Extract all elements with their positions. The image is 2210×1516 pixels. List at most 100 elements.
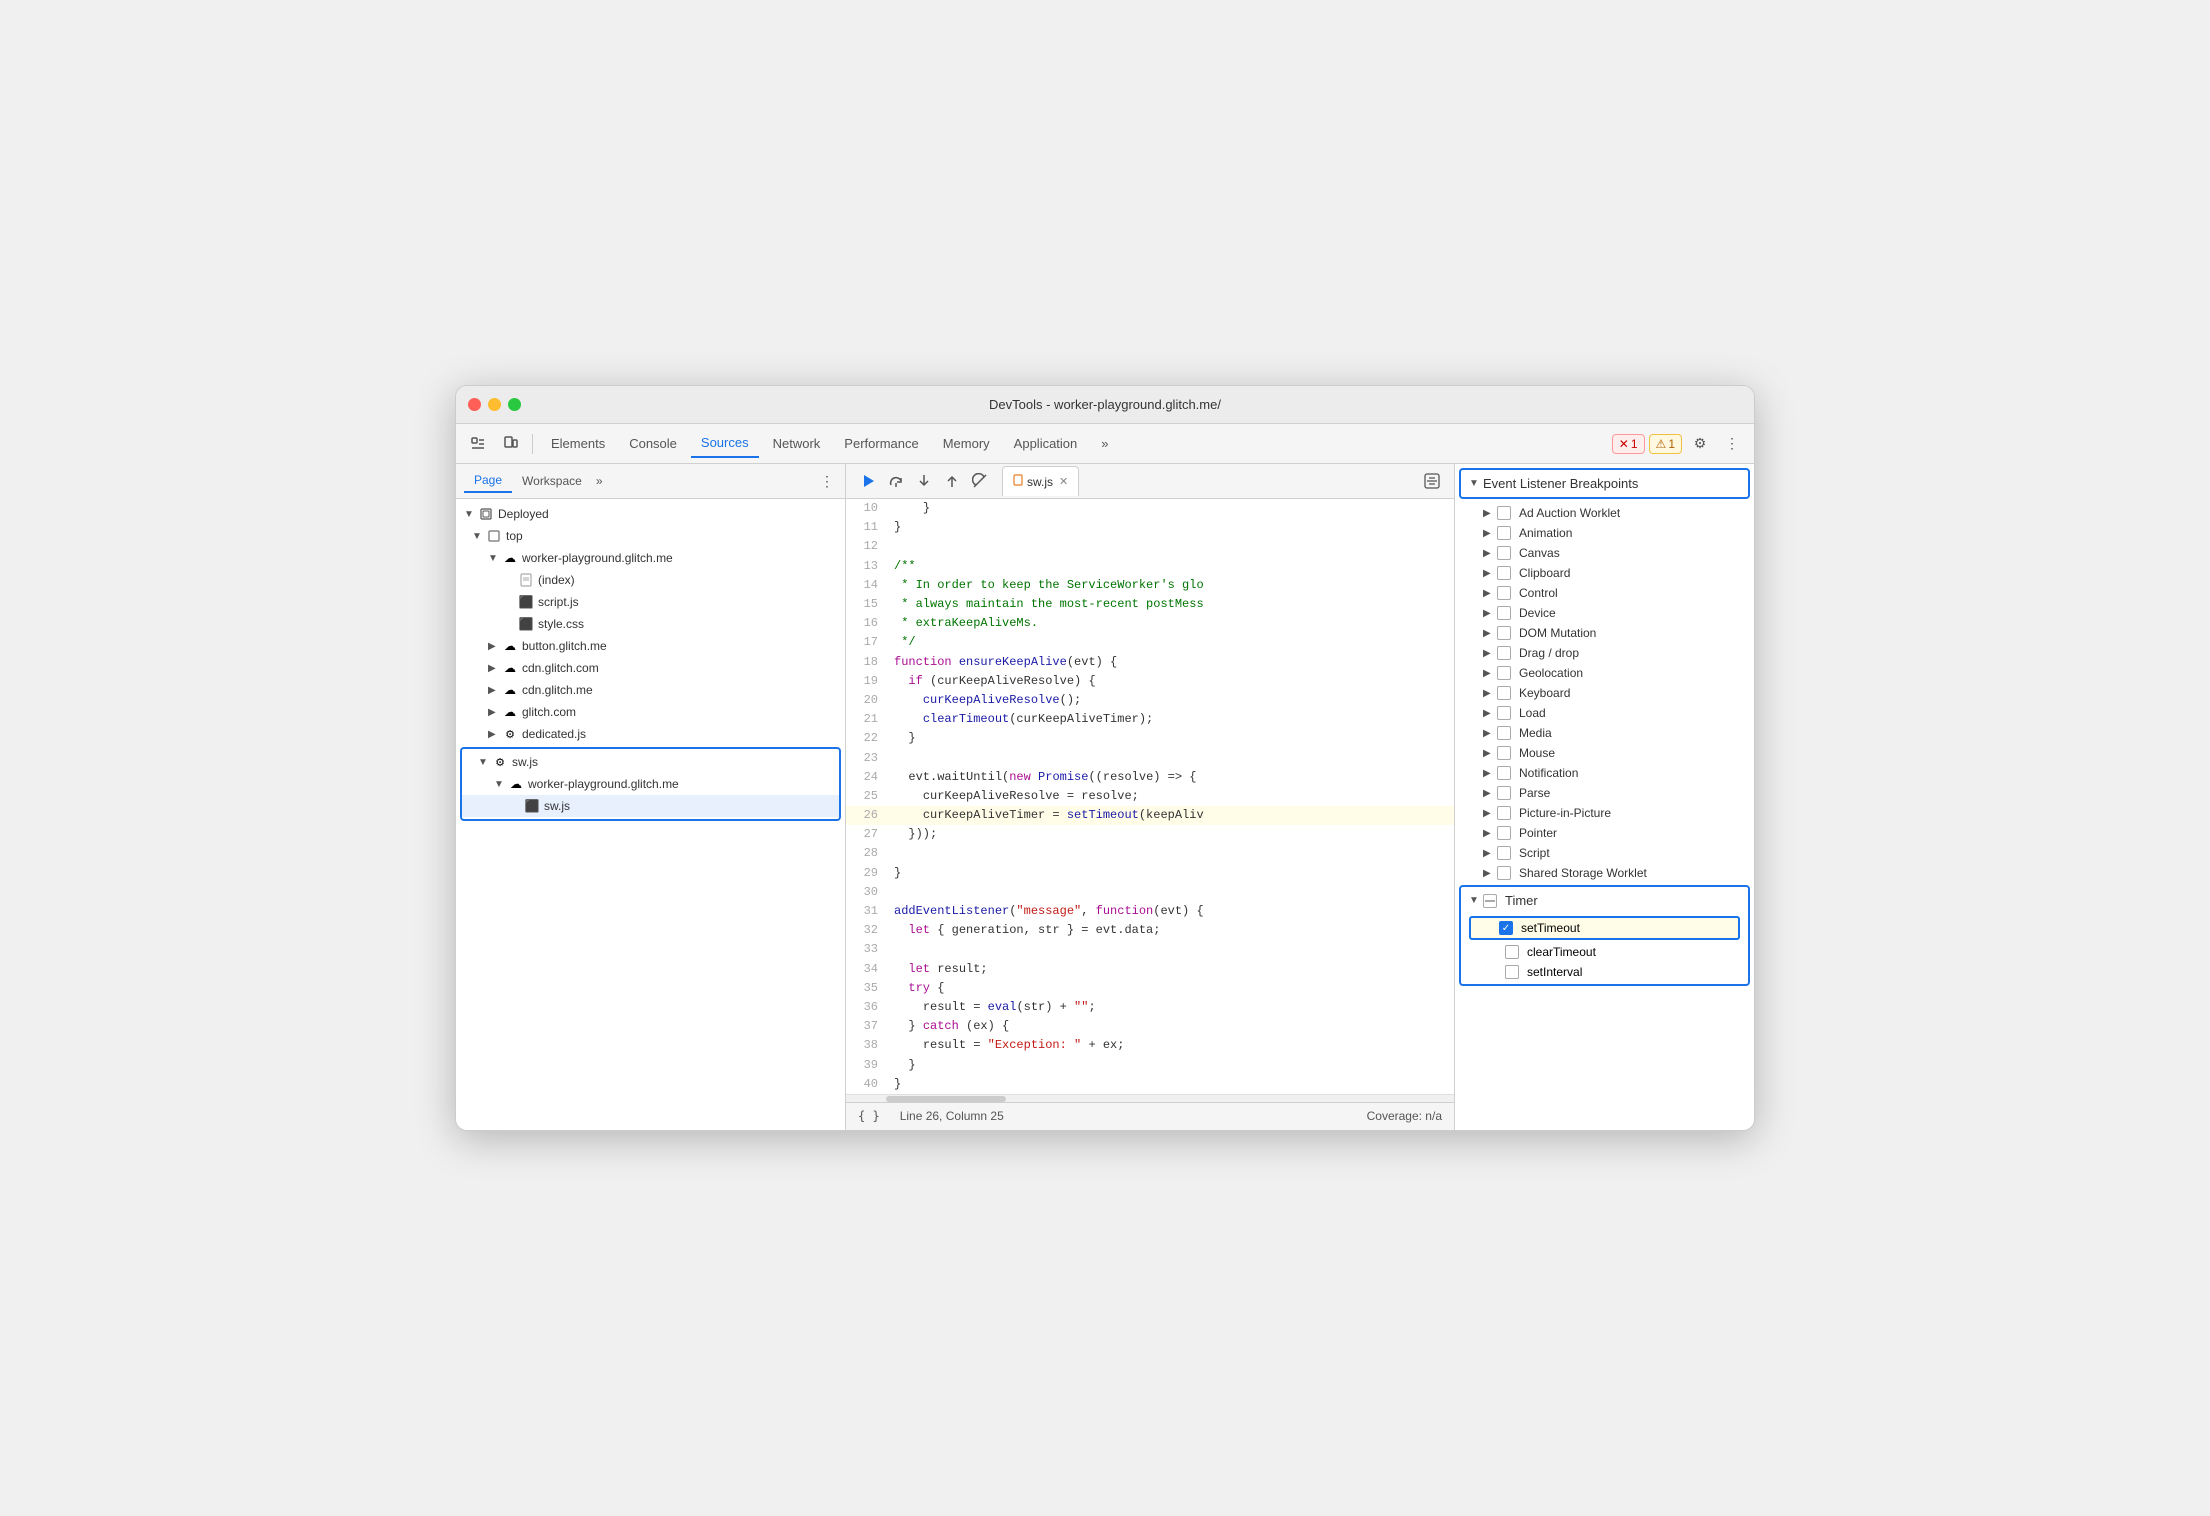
bp-item-clipboard[interactable]: ▶ Clipboard <box>1455 563 1754 583</box>
tree-item-swjs-root[interactable]: ▼ ⚙ sw.js <box>462 751 839 773</box>
bp-checkbox[interactable] <box>1497 546 1511 560</box>
tree-item-buttonglitch[interactable]: ▶ ☁ button.glitch.me <box>456 635 845 657</box>
bp-item-mouse[interactable]: ▶ Mouse <box>1455 743 1754 763</box>
tree-item-glitchcom[interactable]: ▶ ☁ glitch.com <box>456 701 845 723</box>
bp-checkbox[interactable] <box>1497 566 1511 580</box>
tree-item-stylecss[interactable]: ⬛ style.css <box>456 613 845 635</box>
horizontal-scrollbar[interactable] <box>846 1094 1454 1102</box>
settimeout-checkbox[interactable]: ✓ <box>1499 921 1513 935</box>
tab-elements[interactable]: Elements <box>541 430 615 458</box>
tree-item-swjs-file[interactable]: ⬛ sw.js <box>462 795 839 817</box>
bp-checkbox[interactable] <box>1497 746 1511 760</box>
bp-checkbox[interactable] <box>1497 646 1511 660</box>
bp-section-header[interactable]: ▼ Event Listener Breakpoints <box>1461 470 1748 497</box>
bp-item-pip[interactable]: ▶ Picture-in-Picture <box>1455 803 1754 823</box>
minimize-button[interactable] <box>488 398 501 411</box>
highlighted-tree-section: ▼ ⚙ sw.js ▼ ☁ worker-playground.glitch.m… <box>460 747 841 821</box>
bp-checkbox[interactable] <box>1497 526 1511 540</box>
bp-item-notification[interactable]: ▶ Notification <box>1455 763 1754 783</box>
format-icon[interactable] <box>1418 467 1446 495</box>
bp-item-animation[interactable]: ▶ Animation <box>1455 523 1754 543</box>
tree-item-dedicatedjs[interactable]: ▶ ⚙ dedicated.js <box>456 723 845 745</box>
resume-button[interactable] <box>854 467 882 495</box>
bp-item-control[interactable]: ▶ Control <box>1455 583 1754 603</box>
bp-item-adauction[interactable]: ▶ Ad Auction Worklet <box>1455 503 1754 523</box>
title-bar: DevTools - worker-playground.glitch.me/ <box>456 386 1754 424</box>
maximize-button[interactable] <box>508 398 521 411</box>
cleartimeout-checkbox[interactable] <box>1505 945 1519 959</box>
close-button[interactable] <box>468 398 481 411</box>
bp-item-device[interactable]: ▶ Device <box>1455 603 1754 623</box>
tree-item-scriptjs[interactable]: ⬛ script.js <box>456 591 845 613</box>
tab-application[interactable]: Application <box>1004 430 1088 458</box>
setinterval-checkbox[interactable] <box>1505 965 1519 979</box>
step-out-button[interactable] <box>938 467 966 495</box>
bp-item-shared-storage[interactable]: ▶ Shared Storage Worklet <box>1455 863 1754 883</box>
bp-checkbox[interactable] <box>1497 846 1511 860</box>
bp-checkbox[interactable] <box>1497 786 1511 800</box>
timer-parent-checkbox[interactable] <box>1483 894 1497 908</box>
deactivate-breakpoints-button[interactable] <box>966 467 994 495</box>
tab-workspace[interactable]: Workspace <box>512 470 592 492</box>
bp-item-pointer[interactable]: ▶ Pointer <box>1455 823 1754 843</box>
timer-header[interactable]: ▼ Timer <box>1461 887 1748 914</box>
tab-memory[interactable]: Memory <box>933 430 1000 458</box>
bp-item-parse[interactable]: ▶ Parse <box>1455 783 1754 803</box>
tree-item-deployed[interactable]: ▼ Deployed <box>456 503 845 525</box>
panel-more-icon[interactable]: » <box>596 474 603 488</box>
panel-menu-icon[interactable]: ⋮ <box>817 473 837 490</box>
code-editor[interactable]: 10 } 11 } 12 13 /** <box>846 499 1454 1094</box>
tab-sources[interactable]: Sources <box>691 430 759 458</box>
tree-item-cdncom[interactable]: ▶ ☁ cdn.glitch.com <box>456 657 845 679</box>
tab-console[interactable]: Console <box>619 430 687 458</box>
bp-checkbox[interactable] <box>1497 726 1511 740</box>
bp-item-load[interactable]: ▶ Load <box>1455 703 1754 723</box>
tab-close-button[interactable]: ✕ <box>1059 475 1068 488</box>
bp-item-keyboard[interactable]: ▶ Keyboard <box>1455 683 1754 703</box>
format-button[interactable]: { } <box>858 1109 880 1123</box>
timer-settimeout-item[interactable]: ✓ setTimeout <box>1469 916 1740 940</box>
more-vert-icon[interactable]: ⋮ <box>1718 430 1746 458</box>
timer-cleartimeout-item[interactable]: clearTimeout <box>1461 942 1748 962</box>
bp-checkbox[interactable] <box>1497 766 1511 780</box>
inspect-icon[interactable] <box>464 430 492 458</box>
bp-item-media[interactable]: ▶ Media <box>1455 723 1754 743</box>
bp-item-drag-drop[interactable]: ▶ Drag / drop <box>1455 643 1754 663</box>
bp-checkbox[interactable] <box>1497 606 1511 620</box>
tree-item-worker2[interactable]: ▼ ☁ worker-playground.glitch.me <box>462 773 839 795</box>
bp-item-geolocation[interactable]: ▶ Geolocation <box>1455 663 1754 683</box>
line-number: 34 <box>846 960 886 979</box>
timer-setinterval-item[interactable]: setInterval <box>1461 962 1748 982</box>
right-panel: ▼ Event Listener Breakpoints ▶ Ad Auctio… <box>1454 464 1754 1130</box>
bp-checkbox[interactable] <box>1497 866 1511 880</box>
settings-icon[interactable]: ⚙ <box>1686 430 1714 458</box>
bp-checkbox[interactable] <box>1497 706 1511 720</box>
tab-network[interactable]: Network <box>763 430 831 458</box>
tree-item-top[interactable]: ▼ top <box>456 525 845 547</box>
step-into-button[interactable] <box>910 467 938 495</box>
bp-checkbox[interactable] <box>1497 586 1511 600</box>
tree-item-index[interactable]: (index) <box>456 569 845 591</box>
step-over-button[interactable] <box>882 467 910 495</box>
bp-checkbox[interactable] <box>1497 806 1511 820</box>
bp-checkbox[interactable] <box>1497 626 1511 640</box>
tab-page[interactable]: Page <box>464 469 512 493</box>
editor-tab-swjs[interactable]: sw.js ✕ <box>1002 466 1079 496</box>
bp-items-list: ▶ Ad Auction Worklet ▶ Animation ▶ Canva… <box>1455 503 1754 883</box>
tree-item-cdnme[interactable]: ▶ ☁ cdn.glitch.me <box>456 679 845 701</box>
bp-item-canvas[interactable]: ▶ Canvas <box>1455 543 1754 563</box>
device-icon[interactable] <box>496 430 524 458</box>
bp-checkbox[interactable] <box>1497 686 1511 700</box>
tree-item-worker[interactable]: ▼ ☁ worker-playground.glitch.me <box>456 547 845 569</box>
bp-item-script[interactable]: ▶ Script <box>1455 843 1754 863</box>
tab-more[interactable]: » <box>1091 430 1118 458</box>
bp-checkbox[interactable] <box>1497 506 1511 520</box>
bp-checkbox[interactable] <box>1497 666 1511 680</box>
tree-label: cdn.glitch.me <box>522 683 593 697</box>
bp-item-dom-mutation[interactable]: ▶ DOM Mutation <box>1455 623 1754 643</box>
line-code: /** <box>886 557 1454 576</box>
bp-checkbox[interactable] <box>1497 826 1511 840</box>
tab-performance[interactable]: Performance <box>834 430 928 458</box>
line-number: 10 <box>846 499 886 518</box>
code-line: 13 /** <box>846 557 1454 576</box>
